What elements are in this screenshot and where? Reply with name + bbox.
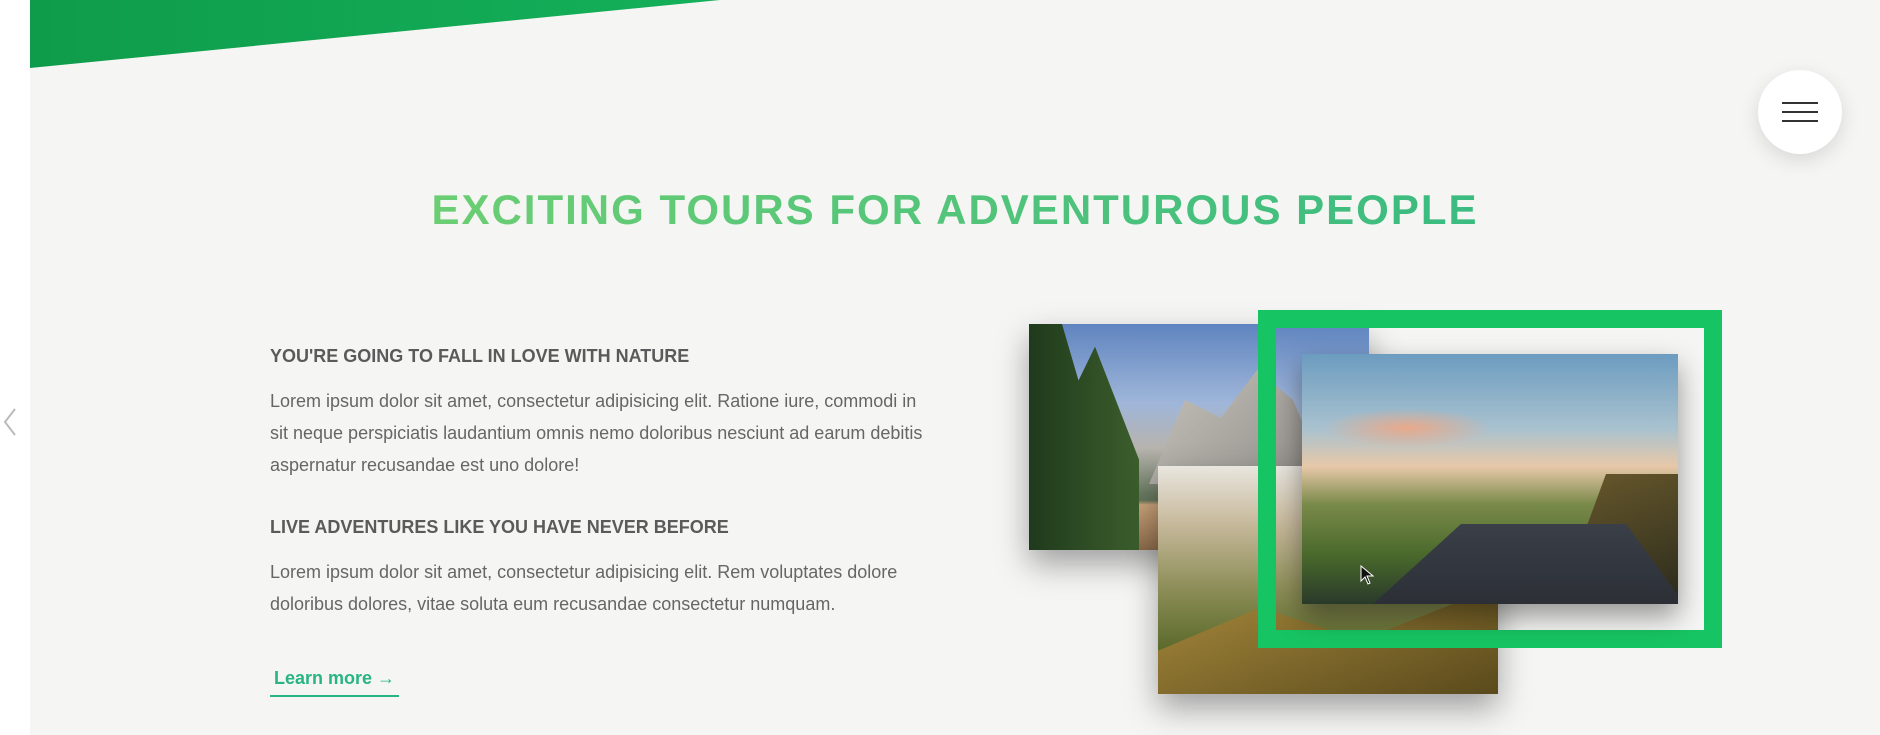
block-heading: YOU'RE GOING TO FALL IN LOVE WITH NATURE xyxy=(270,346,690,366)
block-heading: LIVE ADVENTURES LIKE YOU HAVE NEVER BEFO… xyxy=(270,517,729,537)
hamburger-icon xyxy=(1782,102,1818,104)
text-column: YOU'RE GOING TO FALL IN LOVE WITH NATURE… xyxy=(270,346,930,697)
learn-more-link[interactable]: Learn more → xyxy=(270,664,400,697)
header-green-wedge xyxy=(30,0,720,68)
back-arrow-button[interactable] xyxy=(0,404,20,440)
chevron-left-icon xyxy=(3,408,16,436)
photo-cyclist-road xyxy=(1302,354,1678,604)
block-paragraph: Lorem ipsum dolor sit amet, consectetur … xyxy=(270,562,898,614)
block-paragraph: Lorem ipsum dolor sit amet, consectetur … xyxy=(270,391,923,475)
menu-button[interactable] xyxy=(1758,70,1842,154)
mouse-cursor-icon xyxy=(1360,565,1374,585)
section-title: EXCITING TOURS FOR ADVENTUROUS PEOPLE xyxy=(30,186,1880,234)
